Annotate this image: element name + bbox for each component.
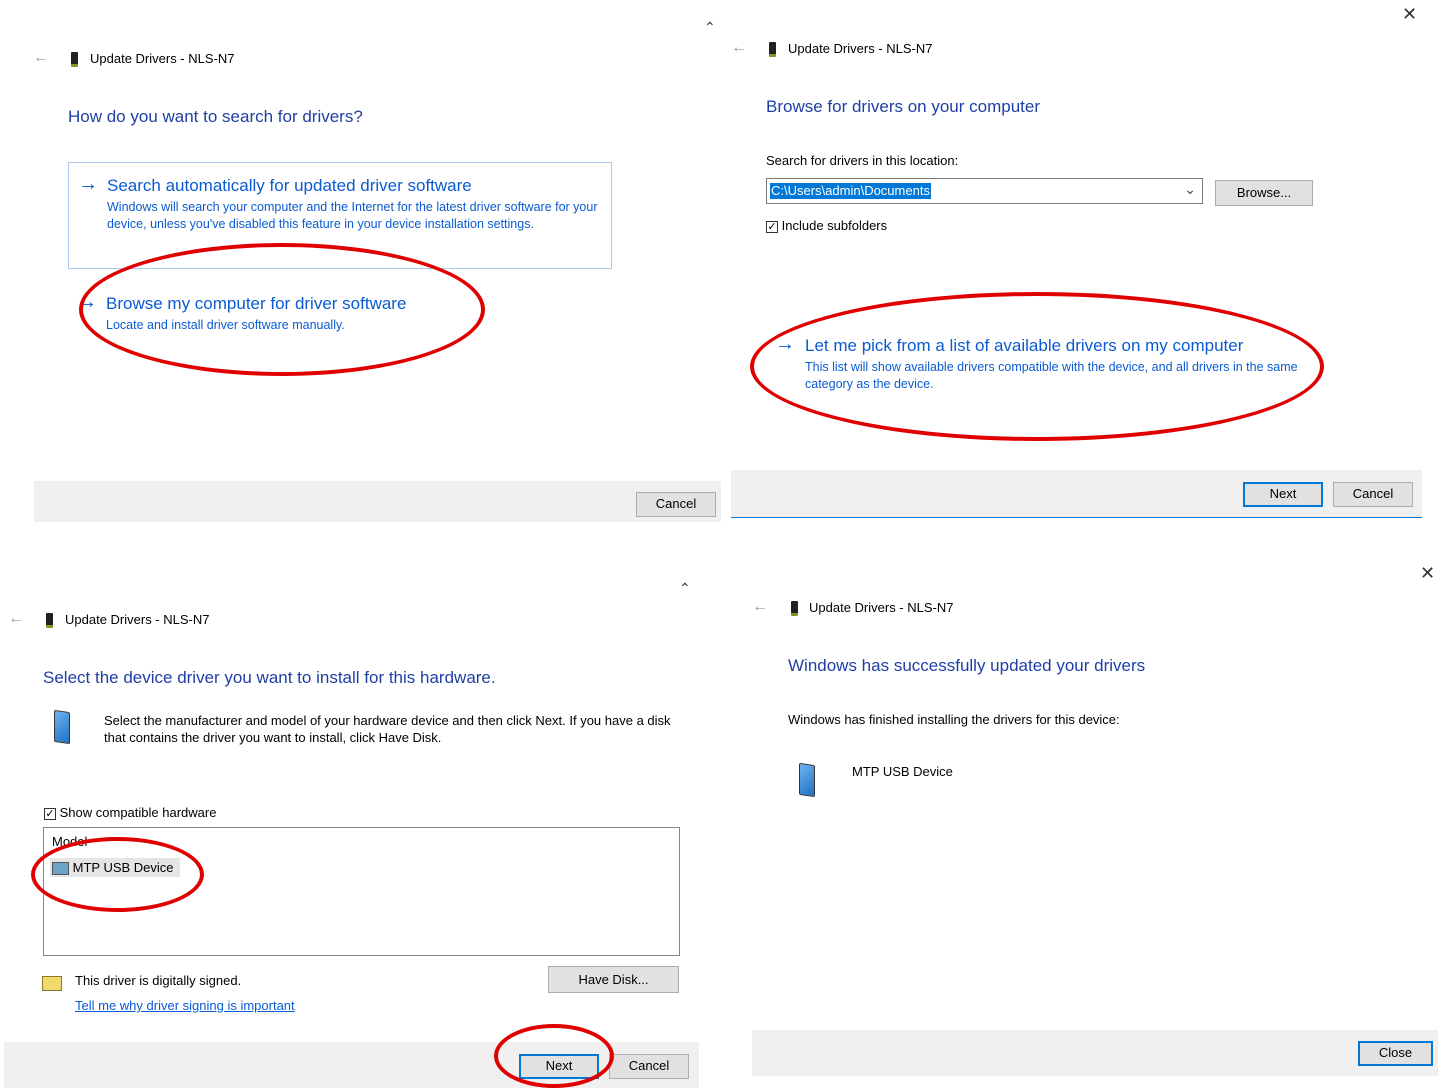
include-subfolders-checkbox[interactable]: ✓ — [766, 220, 778, 233]
include-subfolders-row[interactable]: ✓ Include subfolders — [766, 218, 887, 233]
location-label: Search for drivers in this location: — [766, 153, 959, 168]
option-title: Let me pick from a list of available dri… — [805, 336, 1244, 355]
browse-computer-option[interactable]: → Browse my computer for driver software… — [68, 284, 612, 344]
location-input-value[interactable]: C:\Users\admin\Documents — [770, 183, 931, 199]
arrow-right-icon: → — [775, 333, 795, 355]
device-icon — [791, 601, 798, 616]
option-description: This list will show available drivers co… — [805, 360, 1298, 391]
back-arrow-icon[interactable]: ← — [752, 598, 768, 616]
collapse-caret-icon[interactable]: ⌃ — [704, 19, 716, 36]
cancel-button[interactable]: Cancel — [1333, 482, 1413, 507]
location-combobox[interactable]: C:\Users\admin\Documents ⌄ — [766, 178, 1203, 204]
page-heading: Select the device driver you want to ins… — [43, 668, 496, 687]
close-window-icon[interactable]: ✕ — [1420, 563, 1435, 584]
option-title: Browse my computer for driver software — [106, 294, 407, 313]
chevron-down-icon[interactable]: ⌄ — [1184, 181, 1196, 198]
footer-bar — [752, 1030, 1438, 1076]
option-description: Locate and install driver software manua… — [106, 318, 345, 332]
pick-from-list-option[interactable]: → Let me pick from a list of available d… — [766, 327, 1326, 397]
model-list[interactable]: Model MTP USB Device — [43, 827, 680, 956]
phone-device-icon — [799, 762, 815, 798]
device-icon — [769, 42, 776, 57]
have-disk-button[interactable]: Have Disk... — [548, 966, 679, 993]
close-window-icon[interactable]: ✕ — [1402, 4, 1417, 25]
device-icon — [46, 613, 53, 628]
page-heading: Browse for drivers on your computer — [766, 97, 1040, 116]
arrow-right-icon: → — [77, 291, 97, 313]
driver-signing-link[interactable]: Tell me why driver signing is important — [75, 998, 295, 1013]
window-title: Update Drivers - NLS-N7 — [90, 51, 235, 66]
back-arrow-icon[interactable]: ← — [731, 39, 747, 57]
show-compatible-checkbox[interactable]: ✓ — [44, 807, 56, 820]
list-item-label: MTP USB Device — [72, 860, 174, 875]
arrow-right-icon: → — [78, 173, 98, 195]
finished-text: Windows has finished installing the driv… — [788, 712, 1120, 727]
browse-button[interactable]: Browse... — [1215, 180, 1313, 206]
cancel-button[interactable]: Cancel — [609, 1054, 689, 1079]
window-title: Update Drivers - NLS-N7 — [65, 612, 210, 627]
instructions-text: Select the manufacturer and model of you… — [104, 713, 671, 745]
close-button[interactable]: Close — [1358, 1041, 1433, 1066]
driver-icon — [52, 862, 69, 876]
certificate-icon — [42, 976, 62, 991]
search-automatically-option[interactable]: → Search automatically for updated drive… — [68, 162, 612, 269]
cancel-button[interactable]: Cancel — [636, 492, 716, 517]
device-icon — [71, 52, 78, 67]
window-title: Update Drivers - NLS-N7 — [809, 600, 954, 615]
include-subfolders-label: Include subfolders — [781, 218, 888, 233]
show-compatible-row[interactable]: ✓ Show compatible hardware — [44, 805, 216, 820]
page-heading: Windows has successfully updated your dr… — [788, 656, 1146, 675]
option-description: Windows will search your computer and th… — [107, 200, 598, 231]
collapse-caret-icon[interactable]: ⌃ — [679, 580, 691, 597]
back-arrow-icon[interactable]: ← — [33, 49, 49, 67]
device-name: MTP USB Device — [852, 764, 953, 779]
next-button[interactable]: Next — [1243, 482, 1323, 507]
list-column-header: Model — [52, 834, 88, 849]
next-button[interactable]: Next — [519, 1054, 599, 1079]
option-title: Search automatically for updated driver … — [107, 176, 472, 195]
back-arrow-icon[interactable]: ← — [8, 610, 24, 628]
list-item[interactable]: MTP USB Device — [50, 858, 180, 878]
page-heading: How do you want to search for drivers? — [68, 107, 363, 126]
footer-bar — [34, 481, 721, 522]
show-compatible-label: Show compatible hardware — [59, 805, 217, 820]
signed-text: This driver is digitally signed. — [75, 973, 242, 988]
phone-device-icon — [54, 709, 70, 745]
window-title: Update Drivers - NLS-N7 — [788, 41, 933, 56]
